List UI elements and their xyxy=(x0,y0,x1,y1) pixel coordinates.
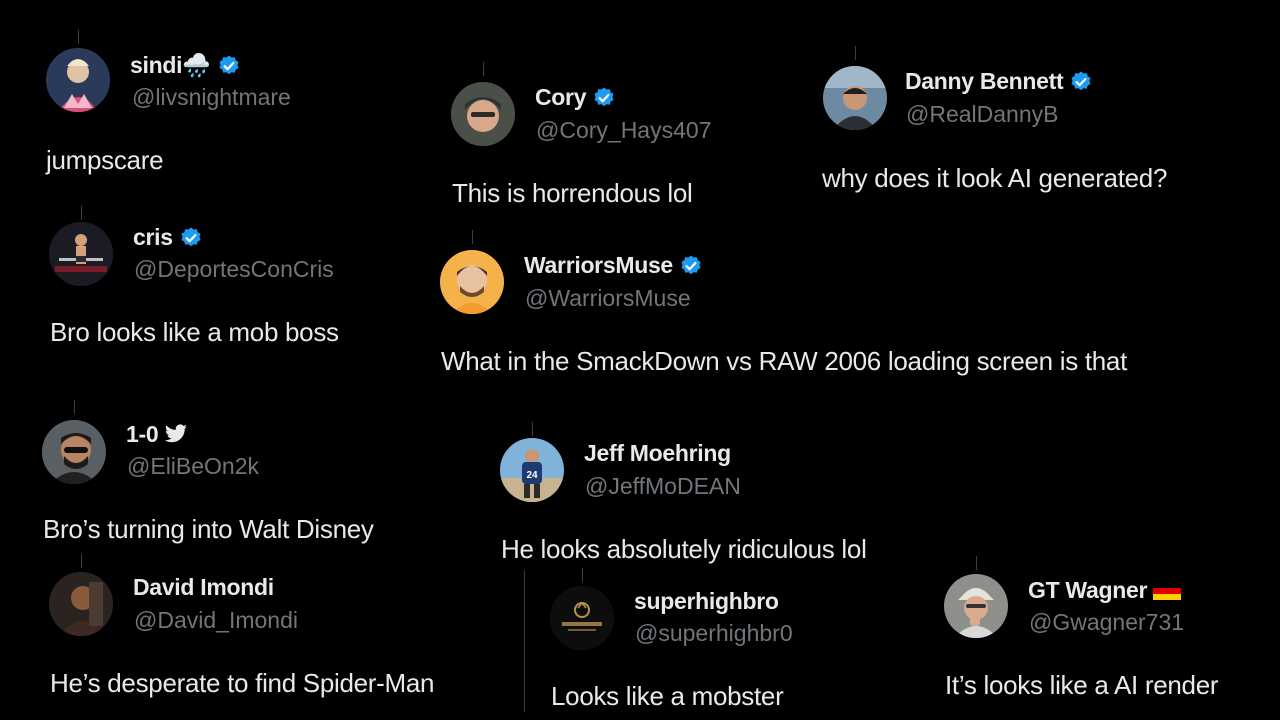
tweet-text: This is horrendous lol xyxy=(452,178,693,208)
display-name[interactable]: 1-0 xyxy=(126,421,159,448)
avatar[interactable] xyxy=(42,420,106,484)
display-name[interactable]: sindi🌧️ xyxy=(130,52,211,79)
verified-badge-icon xyxy=(592,85,616,110)
thread-line xyxy=(81,554,82,568)
user-handle[interactable]: @livsnightmare xyxy=(132,84,291,111)
avatar[interactable] xyxy=(550,586,614,650)
avatar[interactable] xyxy=(451,82,515,146)
avatar-image xyxy=(49,572,113,636)
avatar-image xyxy=(42,420,106,484)
verified-badge-icon xyxy=(179,225,203,250)
display-name[interactable]: Jeff Moehring xyxy=(584,440,731,467)
tweet-text: Bro looks like a mob boss xyxy=(50,317,339,347)
avatar[interactable] xyxy=(49,222,113,286)
user-handle[interactable]: @superhighbr0 xyxy=(635,620,793,647)
avatar-image: 24 xyxy=(500,438,564,502)
tweet-text: why does it look AI generated? xyxy=(822,163,1168,193)
user-handle[interactable]: @David_Imondi xyxy=(134,607,298,634)
user-handle[interactable]: @WarriorsMuse xyxy=(525,285,691,312)
thread-line xyxy=(976,556,977,570)
column-divider xyxy=(524,570,525,712)
display-name[interactable]: David Imondi xyxy=(133,574,274,601)
avatar-image xyxy=(440,250,504,314)
tweet-text: It’s looks like a AI render xyxy=(945,670,1219,700)
tweet-text: jumpscare xyxy=(46,145,164,175)
user-handle[interactable]: @Cory_Hays407 xyxy=(536,117,711,144)
avatar-image xyxy=(451,82,515,146)
avatar[interactable] xyxy=(823,66,887,130)
tweet-text: He’s desperate to find Spider-Man xyxy=(50,668,435,698)
tweet-text: Looks like a mobster xyxy=(551,681,784,711)
thread-line xyxy=(472,230,473,244)
display-name[interactable]: Danny Bennett xyxy=(905,68,1064,95)
thread-line xyxy=(74,400,75,414)
avatar[interactable]: 24 xyxy=(500,438,564,502)
avatar-image xyxy=(550,586,614,650)
display-name[interactable]: Cory xyxy=(535,84,587,111)
user-handle[interactable]: @Gwagner731 xyxy=(1029,609,1184,636)
display-name[interactable]: WarriorsMuse xyxy=(524,252,673,279)
thread-line xyxy=(582,568,583,582)
tweet-text: What in the SmackDown vs RAW 2006 loadin… xyxy=(441,346,1128,376)
verified-badge-icon xyxy=(1069,69,1093,94)
twitter-bird-icon xyxy=(164,423,188,446)
user-handle[interactable]: @DeportesConCris xyxy=(134,256,334,283)
tweet-text: He looks absolutely ridiculous lol xyxy=(501,534,867,564)
verified-badge-icon xyxy=(679,253,703,278)
tweet-text: Bro’s turning into Walt Disney xyxy=(43,514,374,544)
user-handle[interactable]: @JeffMoDEAN xyxy=(585,473,741,500)
avatar-image xyxy=(46,48,110,112)
avatar[interactable] xyxy=(440,250,504,314)
thread-line xyxy=(532,422,533,436)
display-name[interactable]: GT Wagner xyxy=(1028,577,1147,604)
avatar-image xyxy=(823,66,887,130)
display-name[interactable]: superhighbro xyxy=(634,588,779,615)
thread-line xyxy=(855,46,856,60)
avatar[interactable] xyxy=(46,48,110,112)
thread-line xyxy=(78,30,79,44)
display-name[interactable]: cris xyxy=(133,224,173,251)
user-handle[interactable]: @EliBeOn2k xyxy=(127,453,259,480)
thread-line xyxy=(483,62,484,76)
user-handle[interactable]: @RealDannyB xyxy=(906,101,1058,128)
avatar-image xyxy=(49,222,113,286)
avatar[interactable] xyxy=(944,574,1008,638)
thread-line xyxy=(81,206,82,220)
verified-badge-icon xyxy=(217,53,241,78)
avatar-image xyxy=(944,574,1008,638)
avatar[interactable] xyxy=(49,572,113,636)
svg-text:24: 24 xyxy=(526,470,538,481)
germany-flag-icon xyxy=(1153,581,1182,600)
